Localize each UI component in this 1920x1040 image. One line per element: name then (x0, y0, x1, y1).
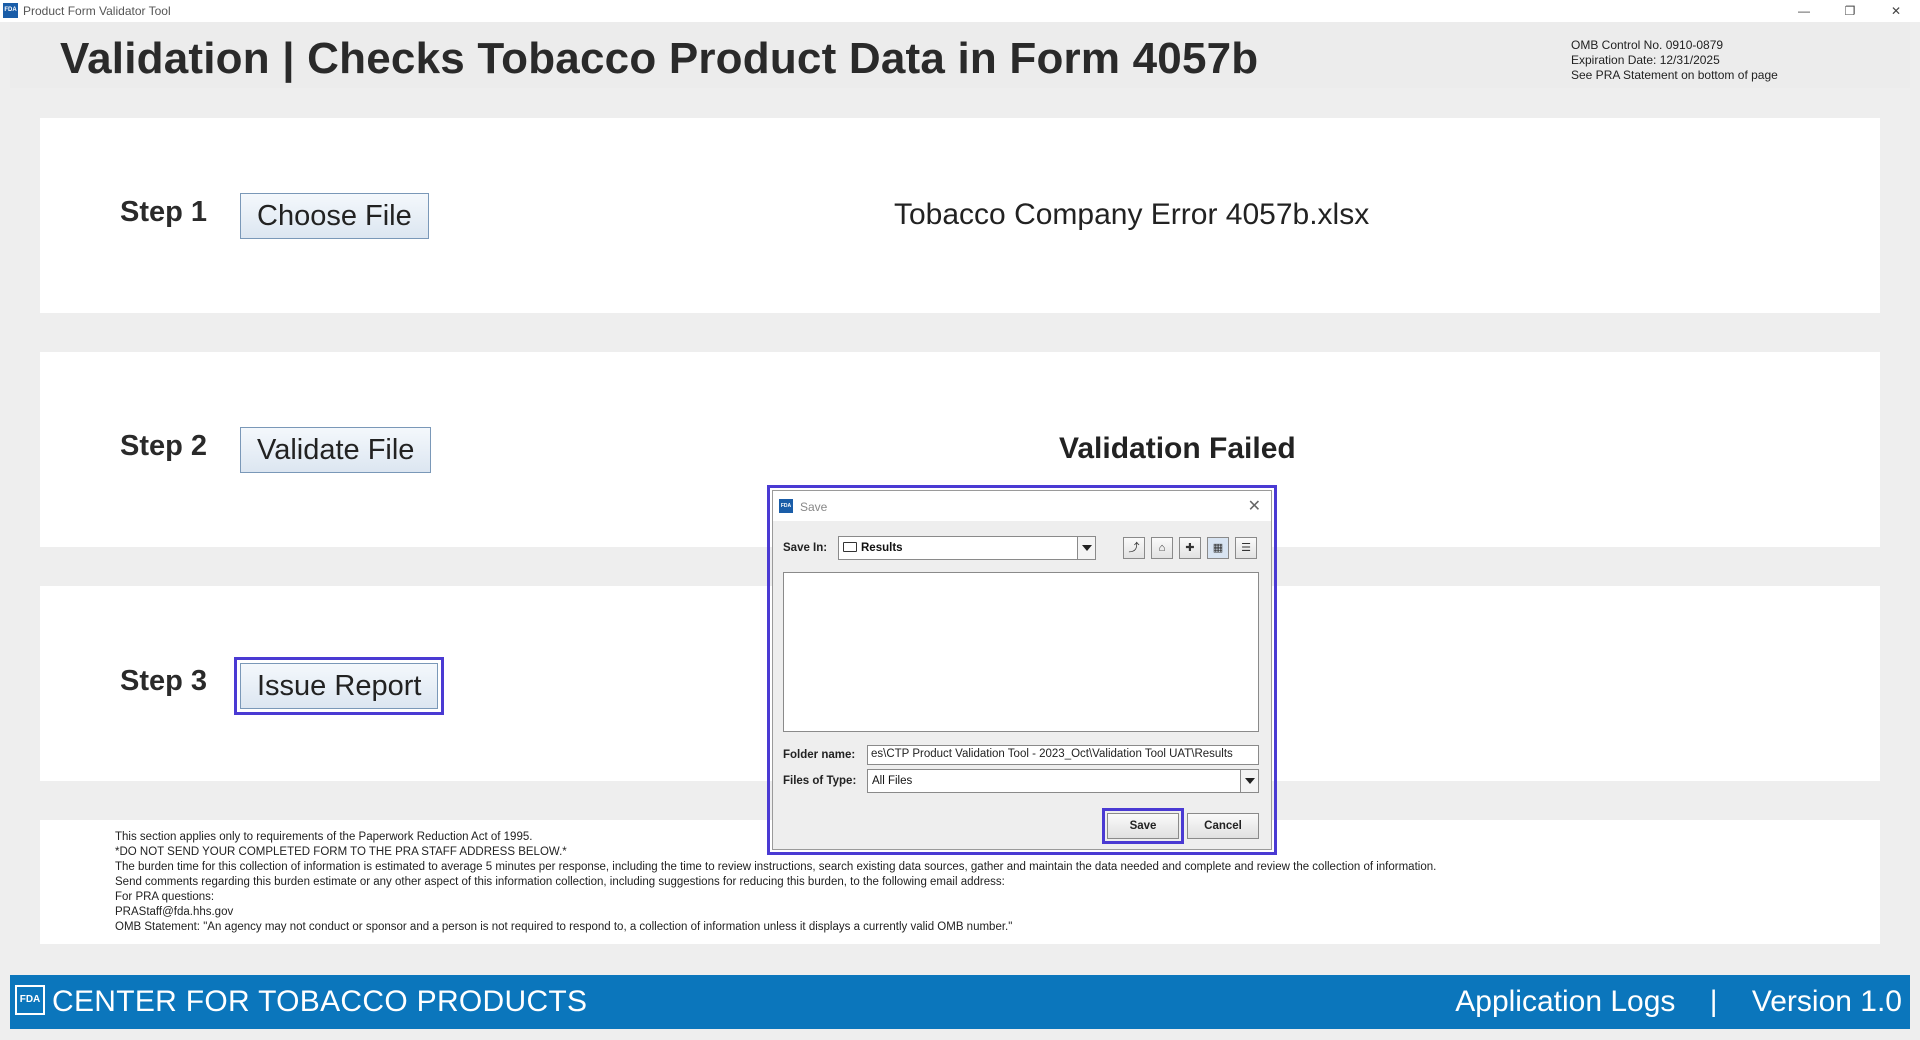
page-title: Validation | Checks Tobacco Product Data… (60, 34, 1259, 83)
file-list[interactable] (783, 572, 1259, 732)
maximize-button[interactable]: ❐ (1827, 0, 1873, 22)
save-button[interactable]: Save (1102, 808, 1184, 844)
save-in-dropdown[interactable]: Results (838, 536, 1096, 560)
details-view-icon[interactable]: ☰ (1235, 537, 1257, 559)
window-title: Product Form Validator Tool (23, 4, 171, 18)
fda-dialog-icon: FDA (779, 499, 793, 513)
omb-control-number: OMB Control No. 0910-0879 (1571, 38, 1724, 52)
org-name: CENTER FOR TOBACCO PRODUCTS (52, 985, 588, 1018)
home-icon[interactable]: ⌂ (1151, 537, 1173, 559)
omb-info: OMB Control No. 0910-0879 Expiration Dat… (1571, 38, 1778, 83)
save-in-label: Save In: (783, 542, 828, 554)
folder-name-value: es\CTP Product Validation Tool - 2023_Oc… (871, 748, 1233, 760)
folder-name-label: Folder name: (783, 749, 856, 761)
dialog-title: Save (800, 500, 828, 514)
fda-logo-icon: FDA (15, 985, 45, 1015)
omb-pra-note: See PRA Statement on bottom of page (1571, 68, 1778, 82)
up-one-level-icon[interactable]: ⤴ (1123, 537, 1145, 559)
footer-separator: | (1709, 985, 1718, 1018)
chevron-down-icon[interactable] (1240, 770, 1258, 792)
page-header: Validation | Checks Tobacco Product Data… (10, 22, 1910, 88)
files-of-type-dropdown[interactable]: All Files (867, 769, 1259, 793)
save-dialog: FDA Save ✕ Save In: Results ⤴ ⌂ ✚ ▦ ☰ Fo… (772, 490, 1272, 850)
selected-file-name: Tobacco Company Error 4057b.xlsx (894, 198, 1370, 231)
version-label: Version 1.0 (1751, 985, 1902, 1018)
issue-report-button[interactable]: Issue Report (233, 657, 445, 715)
close-window-button[interactable]: ✕ (1873, 0, 1919, 22)
folder-icon (843, 542, 857, 552)
fda-app-icon: FDA (3, 3, 18, 18)
pra-line: OMB Statement: "An agency may not conduc… (115, 921, 1013, 933)
footer-bar: FDA CENTER FOR TOBACCO PRODUCTS Applicat… (10, 975, 1910, 1029)
choose-file-button[interactable]: Choose File (240, 193, 429, 239)
cancel-button[interactable]: Cancel (1187, 813, 1259, 839)
omb-expiration-date: Expiration Date: 12/31/2025 (1571, 53, 1720, 67)
application-logs-link[interactable]: Application Logs (1455, 985, 1675, 1019)
step-1-panel: Step 1 Choose File Tobacco Company Error… (40, 118, 1880, 313)
minimize-button[interactable]: — (1781, 0, 1827, 22)
pra-line: The burden time for this collection of i… (115, 861, 1437, 873)
chevron-down-icon[interactable] (1077, 537, 1095, 559)
validate-file-button[interactable]: Validate File (240, 427, 432, 473)
pra-line: For PRA questions: (115, 891, 215, 903)
footer-right: Application Logs | Version 1.0 (1455, 985, 1902, 1019)
step-3-label: Step 3 (120, 665, 208, 697)
save-in-value: Results (861, 542, 903, 554)
pra-email: PRAStaff@fda.hhs.gov (115, 906, 234, 918)
files-of-type-label: Files of Type: (783, 775, 857, 787)
step-1-label: Step 1 (120, 196, 208, 228)
step-2-label: Step 2 (120, 430, 208, 462)
window-titlebar: FDA Product Form Validator Tool — ❐ ✕ (0, 0, 1920, 22)
pra-line: Send comments regarding this burden esti… (115, 876, 1005, 888)
folder-name-input[interactable]: es\CTP Product Validation Tool - 2023_Oc… (867, 745, 1259, 765)
new-folder-icon[interactable]: ✚ (1179, 537, 1201, 559)
files-of-type-value: All Files (872, 775, 913, 787)
list-view-icon[interactable]: ▦ (1207, 537, 1229, 559)
validation-status: Validation Failed (1059, 432, 1296, 465)
dialog-close-icon[interactable]: ✕ (1248, 496, 1261, 516)
dialog-titlebar: FDA Save ✕ (773, 491, 1271, 521)
